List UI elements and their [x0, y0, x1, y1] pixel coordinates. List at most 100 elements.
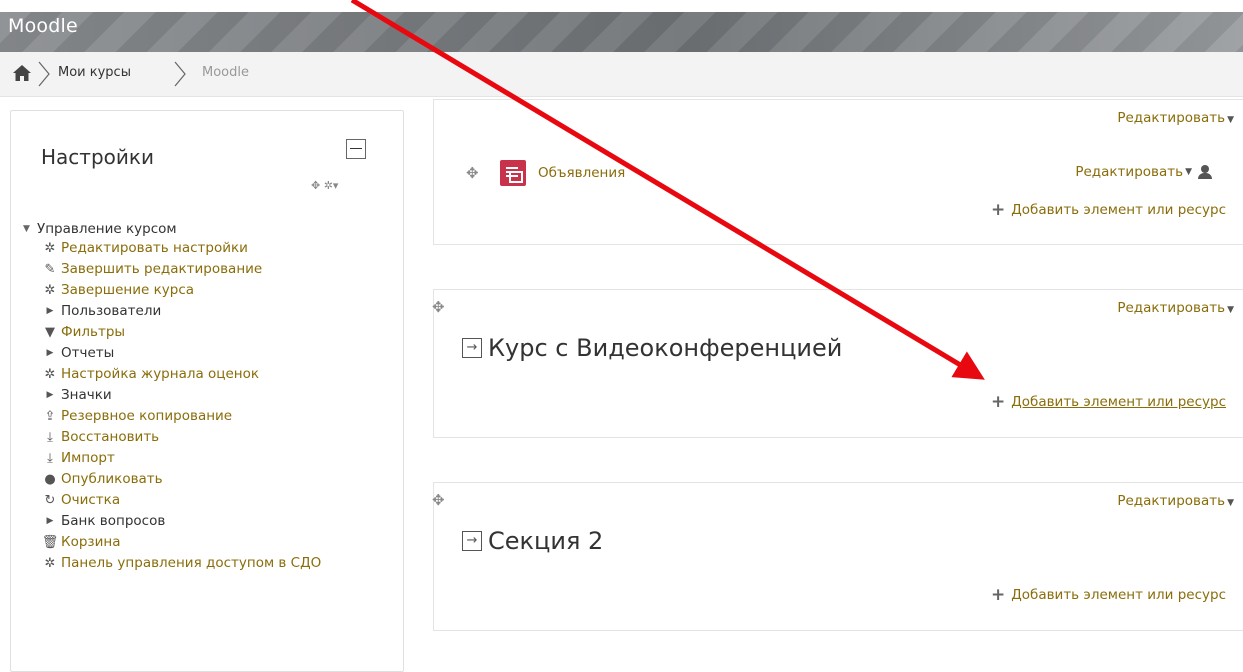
pencil-icon: ✎ [44, 261, 56, 277]
tree-item-restore[interactable]: ⤓ Восстановить [41, 427, 159, 447]
tree-item-course-completion[interactable]: ✲ Завершение курса [41, 280, 194, 300]
settings-block: Настройки ✥ ✲▾ ▼ Управление курсом ✲ Ред… [10, 110, 404, 672]
tree-item-label: Завершить редактирование [61, 261, 263, 277]
navbar: Moodle [0, 12, 1243, 52]
tree-item-label: Панель управления доступом в СДО [61, 555, 322, 571]
activity-name: Объявления [538, 165, 626, 181]
activity-announcements[interactable]: Объявления [500, 160, 625, 186]
edit-label: Редактировать [1117, 300, 1226, 316]
breadcrumb: Мои курсы Moodle [0, 52, 1243, 97]
tree-item-access-panel[interactable]: ✲ Панель управления доступом в СДО [41, 553, 322, 573]
gear-icon: ✲ [44, 366, 56, 382]
caret-down-icon: ▼ [1227, 498, 1234, 508]
gear-icon: ✲ [44, 240, 56, 256]
tree-item-turn-editing-off[interactable]: ✎ Завершить редактирование [41, 259, 263, 279]
site-brand[interactable]: Moodle [8, 15, 78, 37]
caret-down-icon: ▼ [1227, 305, 1234, 315]
section-edit-menu[interactable]: Редактировать ▼ [1117, 300, 1234, 316]
breadcrumb-my-courses[interactable]: Мои курсы [58, 65, 131, 80]
tree-item-recycle-bin[interactable]: 🗑 Корзина [41, 532, 121, 552]
add-activity-button[interactable]: + Добавить элемент или ресурс [991, 392, 1226, 412]
course-section-2: ✥ Редактировать ▼ → Секция 2 + Добавить э… [432, 482, 1243, 631]
tree-item-import[interactable]: ⤓ Импорт [41, 448, 115, 468]
caret-down-icon: ▼ [1227, 115, 1234, 125]
tree-item-reset[interactable]: ↻ Очистка [41, 490, 121, 510]
plus-icon: + [990, 392, 1006, 412]
tree-item-label: Восстановить [61, 429, 160, 445]
edit-label: Редактировать [1117, 110, 1226, 126]
collapse-block-button[interactable] [346, 139, 366, 159]
breadcrumb-separator-icon [174, 61, 186, 87]
tree-item-label: Пользователи [61, 303, 162, 319]
home-icon[interactable] [12, 64, 32, 82]
add-activity-button[interactable]: + Добавить элемент или ресурс [991, 585, 1226, 605]
tree-item-label: Отчеты [61, 345, 115, 361]
triangle-right-icon: ▶ [46, 306, 54, 316]
add-label: Добавить элемент или ресурс [1011, 202, 1226, 218]
tree-item-reports[interactable]: ▶ Отчеты [41, 343, 115, 363]
tree-item-label: Очистка [61, 492, 121, 508]
tree-item-filters[interactable]: ▼ Фильтры [41, 322, 125, 342]
top-band [0, 0, 1243, 12]
breadcrumb-current: Moodle [202, 65, 249, 80]
edit-label: Редактировать [1117, 493, 1226, 509]
section-link-icon: → [462, 531, 482, 551]
section-link-icon: → [462, 338, 482, 358]
tree-item-label: Резервное копирование [61, 408, 233, 424]
section-title-text: Курс с Видеоконференцией [488, 334, 843, 362]
move-icon[interactable]: ✥ [432, 491, 445, 509]
tree-item-backup[interactable]: ⇪ Резервное копирование [41, 406, 233, 426]
activity-edit-menu[interactable]: Редактировать ▼ [1075, 164, 1212, 180]
add-activity-button[interactable]: + Добавить элемент или ресурс [991, 200, 1226, 220]
plus-icon: + [990, 200, 1006, 220]
tree-item-label: Опубликовать [61, 471, 163, 487]
block-title: Настройки [41, 145, 154, 169]
breadcrumb-separator-icon [38, 61, 50, 87]
upload-icon: ⇪ [44, 408, 56, 424]
tree-item-gradebook-setup[interactable]: ✲ Настройка журнала оценок [41, 364, 260, 384]
tree-item-question-bank[interactable]: ▶ Банк вопросов [41, 511, 166, 531]
gear-icon: ✲ [44, 555, 56, 571]
tree-group-label: Управление курсом [37, 221, 177, 237]
course-section-1: ✥ Редактировать ▼ → Курс с Видеоконференц… [432, 289, 1243, 438]
section-title[interactable]: → Секция 2 [462, 527, 603, 555]
tree-item-label: Редактировать настройки [61, 240, 248, 256]
tree-item-label: Банк вопросов [61, 513, 166, 529]
section-title-text: Секция 2 [488, 527, 604, 555]
filter-icon: ▼ [45, 324, 55, 340]
add-label: Добавить элемент или ресурс [1011, 587, 1226, 603]
tree-item-publish[interactable]: ● Опубликовать [41, 469, 163, 489]
tree-item-label: Настройка журнала оценок [61, 366, 260, 382]
tree-item-label: Завершение курса [61, 282, 195, 298]
section-edit-menu[interactable]: Редактировать ▼ [1117, 493, 1234, 509]
tree-item-label: Значки [61, 387, 112, 403]
globe-icon: ● [44, 471, 56, 487]
tree-item-users[interactable]: ▶ Пользователи [41, 301, 162, 321]
triangle-right-icon: ▶ [46, 516, 54, 526]
triangle-right-icon: ▶ [46, 390, 54, 400]
block-actions-icon[interactable]: ✥ ✲▾ [311, 179, 338, 192]
caret-down-icon: ▼ [1185, 167, 1192, 177]
plus-icon: + [990, 585, 1006, 605]
edit-label: Редактировать [1075, 164, 1184, 180]
trash-icon: 🗑 [41, 534, 59, 550]
section-edit-menu[interactable]: Редактировать ▼ [1117, 110, 1234, 126]
tree-item-edit-settings[interactable]: ✲ Редактировать настройки [41, 238, 248, 258]
tree-group-course-admin[interactable]: ▼ Управление курсом [23, 219, 177, 239]
tree-item-label: Корзина [61, 534, 121, 550]
add-label: Добавить элемент или ресурс [1011, 394, 1226, 410]
tree-item-label: Импорт [61, 450, 115, 466]
download-icon: ⤓ [47, 429, 53, 445]
tree-item-badges[interactable]: ▶ Значки [41, 385, 112, 405]
move-icon[interactable]: ✥ [466, 164, 479, 182]
gear-icon: ✲ [44, 282, 56, 298]
triangle-right-icon: ▶ [46, 348, 54, 358]
tree-item-label: Фильтры [61, 324, 126, 340]
refresh-icon: ↻ [44, 492, 56, 508]
download-icon: ⤓ [47, 450, 53, 466]
user-icon[interactable] [1198, 165, 1212, 179]
course-section-general: Редактировать ▼ ✥ Объявления Редактироват… [433, 99, 1243, 245]
triangle-down-icon: ▼ [23, 224, 30, 234]
section-title[interactable]: → Курс с Видеоконференцией [462, 334, 842, 362]
move-icon[interactable]: ✥ [432, 298, 445, 316]
